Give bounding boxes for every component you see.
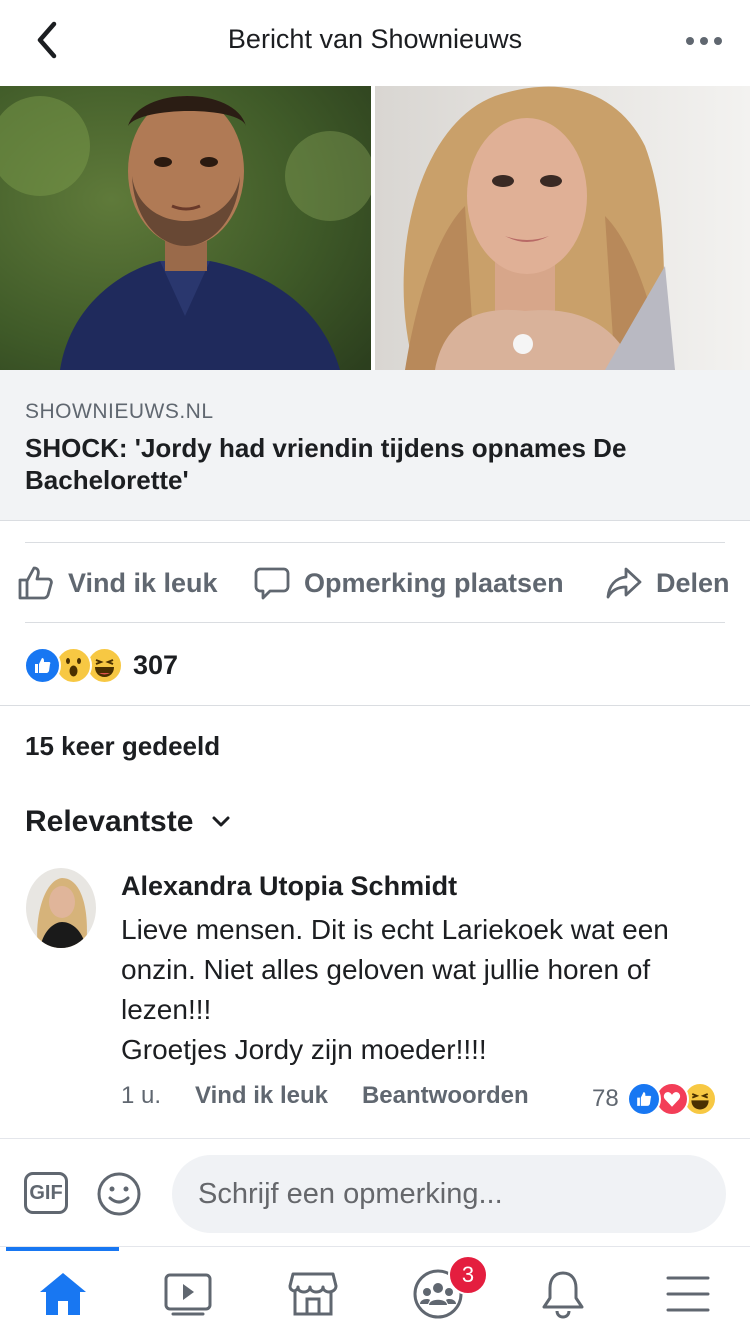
comment-input[interactable]: Schrijf een opmerking... <box>172 1155 726 1233</box>
link-domain: SHOWNIEUWS.NL <box>25 400 214 423</box>
photo-man <box>0 86 371 370</box>
bell-icon <box>542 1271 584 1319</box>
sort-label: Relevantste <box>25 805 194 838</box>
comment-reply-button[interactable]: Beantwoorden <box>362 1082 529 1110</box>
comment-text: Lieve mensen. Dit is echt Lariekoek wat … <box>121 910 731 1070</box>
share-arrow-icon <box>606 567 642 599</box>
menu-icon <box>666 1276 710 1312</box>
comment-composer: GIF Schrijf een opmerking... <box>0 1138 750 1247</box>
gif-button[interactable]: GIF <box>24 1172 68 1214</box>
tab-marketplace[interactable] <box>286 1267 340 1321</box>
link-preview[interactable]: SHOWNIEUWS.NL SHOCK: 'Jordy had vriendin… <box>0 370 750 521</box>
marketplace-icon <box>288 1272 338 1316</box>
comment-bubble-icon <box>254 567 290 600</box>
share-count[interactable]: 15 keer gedeeld <box>25 731 220 762</box>
comment-reaction-count: 78 <box>592 1085 619 1112</box>
tab-notifications[interactable] <box>536 1267 590 1321</box>
share-button[interactable]: Delen <box>606 563 730 603</box>
comment-time: 1 u. <box>121 1082 162 1109</box>
link-headline: SHOCK: 'Jordy had vriendin tijdens opnam… <box>25 433 627 495</box>
comment-line: Lieve mensen. Dit is echt Lariekoek wat … <box>121 914 669 945</box>
comment-author[interactable]: Alexandra Utopia Schmidt <box>121 871 457 902</box>
comment-line: lezen!!! <box>121 994 212 1025</box>
tab-video[interactable] <box>161 1267 215 1321</box>
comment-line: Groetjes Jordy zijn moeder!!!! <box>121 1034 487 1065</box>
like-reaction-icon <box>24 646 61 684</box>
like-label: Vind ik leuk <box>68 567 218 598</box>
tab-menu[interactable] <box>661 1267 715 1321</box>
reactions-count: 307 <box>133 649 179 680</box>
action-row: Vind ik leuk Opmerking plaatsen Delen <box>0 545 750 622</box>
like-reaction-icon <box>626 1082 661 1116</box>
comment-reactions[interactable]: 78 <box>592 1082 717 1116</box>
emoji-button[interactable] <box>96 1171 142 1222</box>
bottom-tab-bar: 3 <box>0 1246 750 1335</box>
comment-line: onzin. Niet alles geloven wat jullie hor… <box>121 954 651 985</box>
avatar[interactable] <box>26 868 96 948</box>
home-icon <box>40 1273 86 1315</box>
divider <box>0 705 750 706</box>
tab-home[interactable] <box>36 1267 90 1321</box>
like-button[interactable]: Vind ik leuk <box>16 563 218 603</box>
active-tab-indicator <box>6 1247 119 1251</box>
chevron-down-icon <box>212 816 230 827</box>
smiley-icon <box>97 1172 141 1216</box>
groups-notification-badge: 3 <box>448 1255 488 1295</box>
page-title: Bericht van Shownieuws <box>227 24 523 54</box>
comment-label: Opmerking plaatsen <box>304 567 564 598</box>
comment-like-button[interactable]: Vind ik leuk <box>195 1082 328 1110</box>
video-icon <box>164 1273 212 1316</box>
divider <box>25 622 725 623</box>
post-media[interactable] <box>0 86 750 370</box>
comment-sort-dropdown[interactable]: Relevantste <box>25 805 231 839</box>
top-bar: Bericht van Shownieuws <box>0 0 750 86</box>
photo-woman <box>375 86 750 370</box>
thumbs-up-icon <box>18 566 53 600</box>
comment-meta: 1 u. Vind ik leuk Beantwoorden <box>121 1082 563 1110</box>
more-options-button[interactable] <box>684 28 724 54</box>
reactions-summary[interactable]: 307 <box>24 646 179 684</box>
more-dots-icon <box>686 37 722 45</box>
comment-button[interactable]: Opmerking plaatsen <box>254 563 564 603</box>
divider <box>25 542 725 543</box>
share-label: Delen <box>656 567 730 598</box>
